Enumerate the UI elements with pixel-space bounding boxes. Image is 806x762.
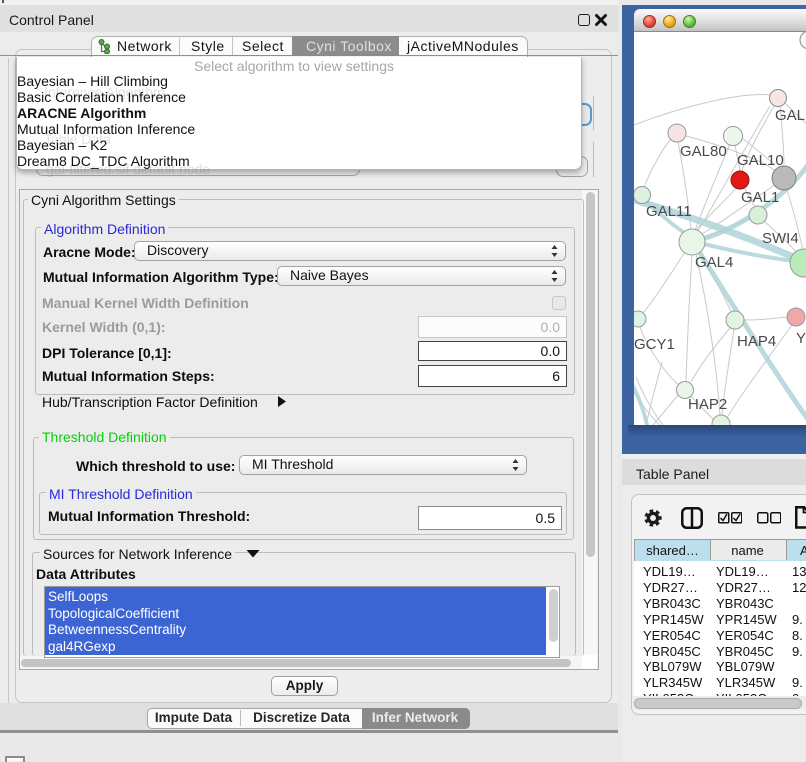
- svg-text:Y: Y: [796, 330, 806, 347]
- svg-text:GAL1: GAL1: [741, 189, 779, 206]
- svg-text:HAP2: HAP2: [688, 396, 727, 413]
- svg-text:GAL10: GAL10: [737, 152, 784, 169]
- svg-text:GCY1: GCY1: [634, 336, 675, 353]
- svg-text:GAL11: GAL11: [646, 203, 692, 220]
- svg-text:GAL4: GAL4: [695, 254, 733, 271]
- svg-text:SWI4: SWI4: [762, 230, 799, 247]
- svg-text:GAL: GAL: [775, 107, 805, 124]
- svg-text:HAP4: HAP4: [737, 333, 776, 350]
- svg-text:GAL80: GAL80: [680, 143, 727, 160]
